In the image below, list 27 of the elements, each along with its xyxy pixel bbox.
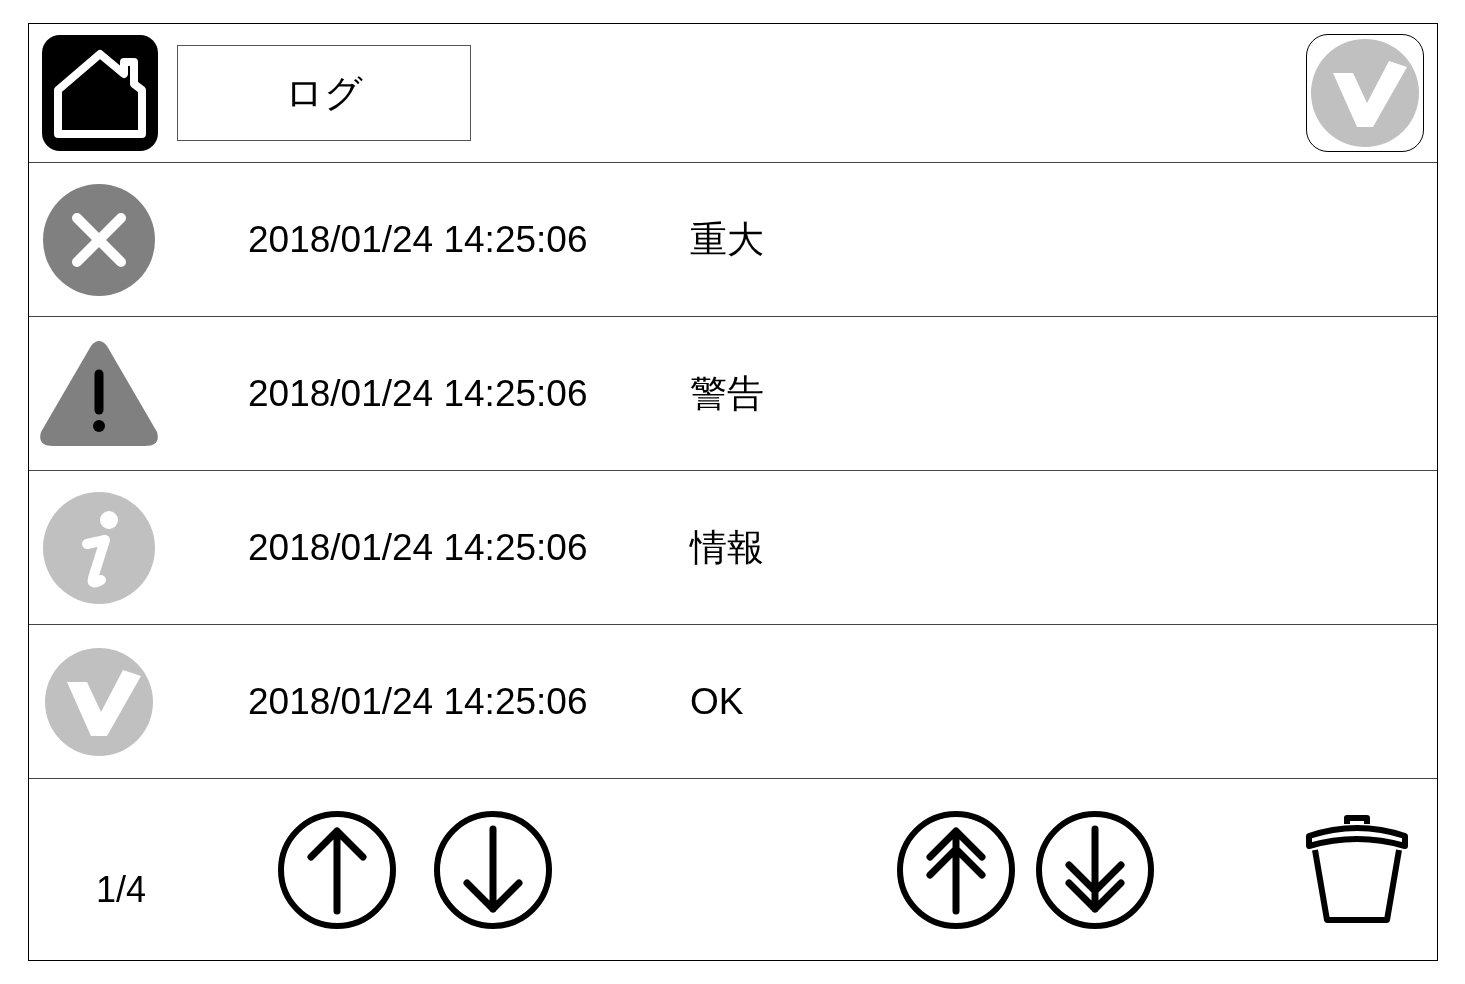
info-icon [43, 491, 155, 604]
confirm-button[interactable] [1306, 34, 1424, 152]
screen-title: ログ [285, 70, 363, 116]
warning-icon [39, 339, 159, 448]
home-button[interactable] [42, 35, 158, 151]
error-icon [43, 183, 155, 296]
log-timestamp: 2018/01/24 14:25:06 [248, 679, 589, 724]
log-timestamp: 2018/01/24 14:25:06 [248, 371, 589, 416]
log-message: 情報 [690, 525, 764, 570]
log-timestamp: 2018/01/24 14:25:06 [248, 217, 589, 262]
double-arrow-down-icon [1065, 824, 1125, 915]
page-up-button[interactable] [897, 810, 1015, 929]
scroll-down-button[interactable] [434, 810, 552, 929]
page-down-button[interactable] [1036, 810, 1154, 929]
double-arrow-up-icon [926, 824, 986, 915]
check-icon [1311, 39, 1419, 147]
check-icon [45, 647, 153, 756]
arrow-down-icon [463, 824, 523, 915]
trash-icon [1305, 813, 1409, 926]
log-message: 警告 [690, 371, 764, 416]
log-timestamp: 2018/01/24 14:25:06 [248, 525, 589, 570]
scroll-up-button[interactable] [278, 810, 396, 929]
home-icon [52, 48, 148, 138]
log-message: 重大 [690, 217, 764, 262]
page-counter: 1/4 [95, 867, 148, 912]
log-message: OK [690, 679, 744, 724]
arrow-up-icon [307, 824, 367, 915]
